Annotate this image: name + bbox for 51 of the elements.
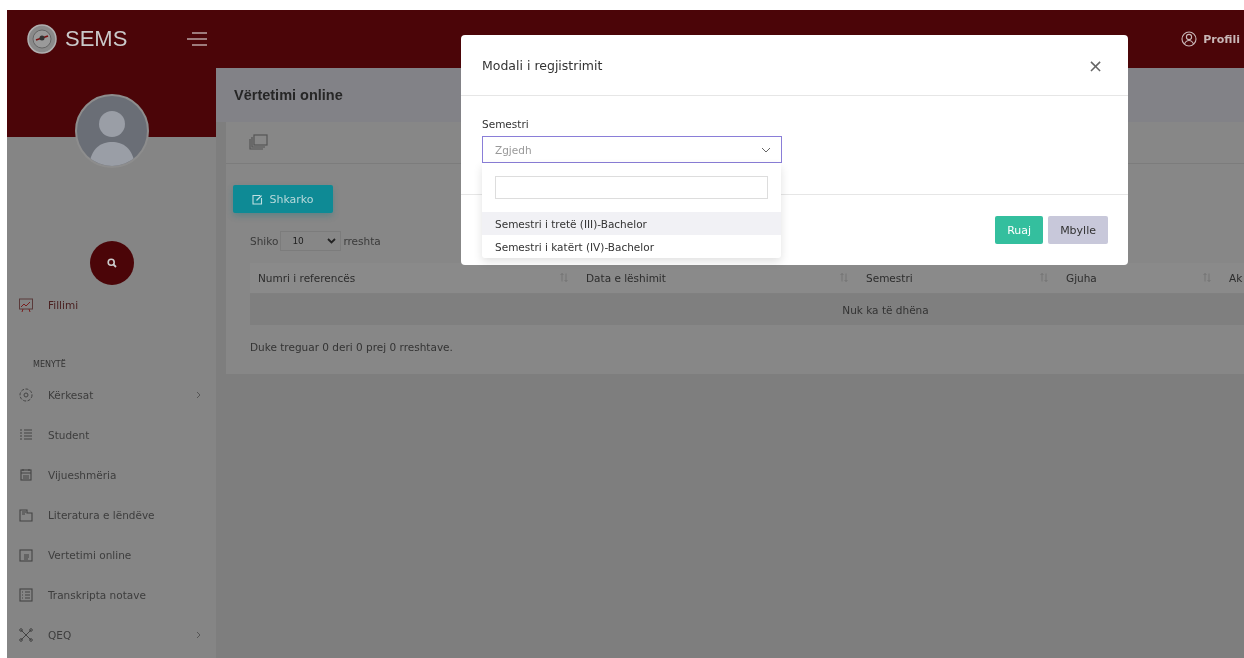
semester-select[interactable]: Zgjedh: [482, 136, 782, 163]
edit-icon: [252, 193, 264, 205]
nav-link[interactable]: Vertetimi online: [48, 549, 132, 561]
close-dialog-button[interactable]: Mbylle: [1048, 216, 1108, 244]
dropdown-option[interactable]: Semestri i katërt (IV)-Bachelor: [482, 235, 781, 258]
column-header[interactable]: Data e lëshimit: [578, 263, 858, 293]
save-button[interactable]: Ruaj: [995, 216, 1044, 244]
nav-link[interactable]: Kërkesat: [48, 389, 94, 401]
document-icon: [18, 547, 34, 563]
user-circle-icon: [1181, 31, 1198, 47]
folder-icon: [18, 507, 34, 523]
table-info: Duke treguar 0 deri 0 prej 0 rreshtave.: [250, 341, 454, 355]
column-header[interactable]: Numri i referencës: [250, 263, 578, 293]
length-label: Shiko: [250, 235, 279, 247]
network-icon: [18, 627, 34, 643]
calendar-icon: [18, 467, 34, 483]
nav-link[interactable]: Student: [48, 429, 90, 441]
field-label: Semestri: [482, 118, 530, 130]
modal-title: Modali i regjistrimit: [482, 57, 603, 73]
nav-link[interactable]: Transkripta notave: [48, 589, 146, 601]
length-label: rreshta: [343, 235, 381, 247]
search-field[interactable]: [495, 176, 768, 199]
empty-message: Nuk ka të dhëna: [841, 303, 929, 316]
close-button[interactable]: ×: [1083, 54, 1107, 76]
list-icon: [18, 427, 34, 443]
seal-logo-icon: [27, 24, 57, 54]
page-title: Vërtetimi online: [234, 87, 343, 103]
app-name: SEMS: [65, 26, 128, 52]
profile-link[interactable]: Profili: [1203, 32, 1240, 46]
dropdown-option[interactable]: Semestri i tretë (III)-Bachelor: [482, 212, 781, 235]
layers-icon: [248, 133, 268, 152]
gear-icon: [18, 387, 34, 403]
download-button[interactable]: Shkarko: [233, 185, 333, 213]
section-heading: MENYTË: [32, 358, 67, 371]
checklist-icon: [18, 587, 34, 603]
nav-link[interactable]: Vijueshmëria: [48, 469, 117, 481]
chevron-down-icon: [761, 146, 771, 153]
column-header[interactable]: Semestri: [858, 263, 1058, 293]
search-button[interactable]: [89, 241, 134, 285]
chevron-right-icon: [196, 631, 202, 639]
page-length-select[interactable]: 10: [280, 231, 342, 251]
menu-icon[interactable]: [186, 32, 208, 46]
search-icon: [106, 258, 117, 268]
chevron-right-icon: [196, 391, 202, 399]
column-header[interactable]: Gjuha: [1058, 263, 1221, 293]
nav-link[interactable]: Fillimi: [48, 299, 79, 311]
chevron-down-icon: [327, 238, 337, 244]
nav-link[interactable]: QEQ: [48, 629, 72, 641]
chart-board-icon: [18, 297, 34, 313]
column-header[interactable]: Ak: [1221, 263, 1244, 293]
nav-link[interactable]: Literatura e lëndëve: [48, 509, 155, 521]
